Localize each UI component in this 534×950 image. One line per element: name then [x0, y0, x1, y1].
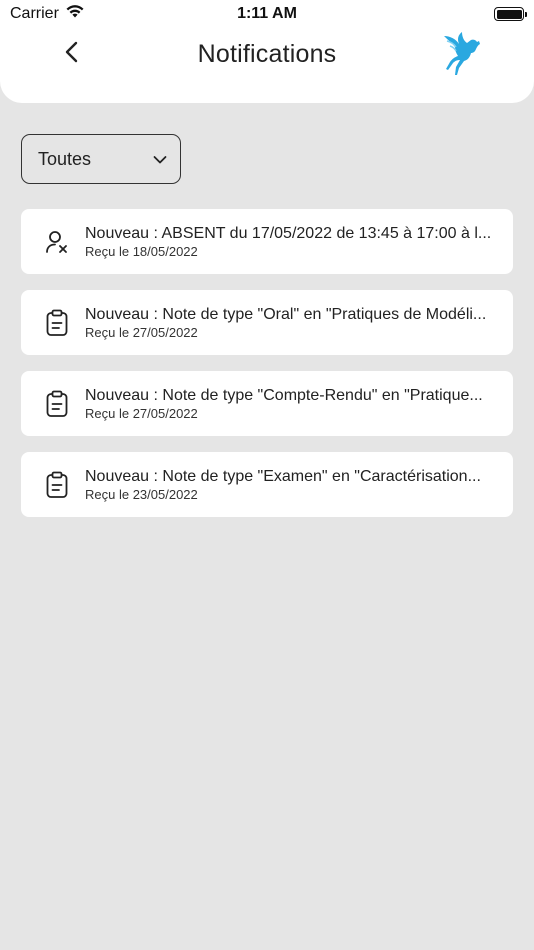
status-bar: Carrier 1:11 AM — [0, 0, 534, 28]
notification-title: Nouveau : Note de type "Oral" en "Pratiq… — [85, 306, 487, 323]
filter-selected-value: Toutes — [38, 148, 92, 169]
notification-date: Reçu le 23/05/2022 — [85, 487, 198, 502]
user-x-icon — [43, 228, 71, 256]
notification-list: Nouveau : ABSENT du 17/05/2022 de 13:45 … — [21, 209, 513, 533]
notification-title: Nouveau : Note de type "Examen" en "Cara… — [85, 468, 481, 485]
status-left: Carrier — [10, 4, 85, 24]
notification-item[interactable]: Nouveau : ABSENT du 17/05/2022 de 13:45 … — [21, 209, 513, 274]
carrier-label: Carrier — [10, 5, 59, 22]
header: Notifications — [0, 26, 534, 103]
pegasus-logo — [440, 30, 486, 76]
notification-date: Reçu le 27/05/2022 — [85, 406, 198, 421]
notification-item[interactable]: Nouveau : Note de type "Oral" en "Pratiq… — [21, 290, 513, 355]
notification-item[interactable]: Nouveau : Note de type "Compte-Rendu" en… — [21, 371, 513, 436]
notification-item[interactable]: Nouveau : Note de type "Examen" en "Cara… — [21, 452, 513, 517]
battery-icon — [494, 7, 527, 21]
notification-title: Nouveau : Note de type "Compte-Rendu" en… — [85, 387, 483, 404]
notification-date: Reçu le 18/05/2022 — [85, 244, 198, 259]
notification-date: Reçu le 27/05/2022 — [85, 325, 198, 340]
clipboard-icon — [43, 471, 71, 499]
clipboard-icon — [43, 309, 71, 337]
notifications-screen: Carrier 1:11 AM Notifications Toutes Nou… — [0, 0, 534, 950]
clipboard-icon — [43, 390, 71, 418]
notification-title: Nouveau : ABSENT du 17/05/2022 de 13:45 … — [85, 225, 492, 242]
wifi-icon — [65, 4, 85, 24]
chevron-down-icon — [153, 149, 167, 170]
filter-select[interactable]: Toutes — [21, 134, 181, 184]
